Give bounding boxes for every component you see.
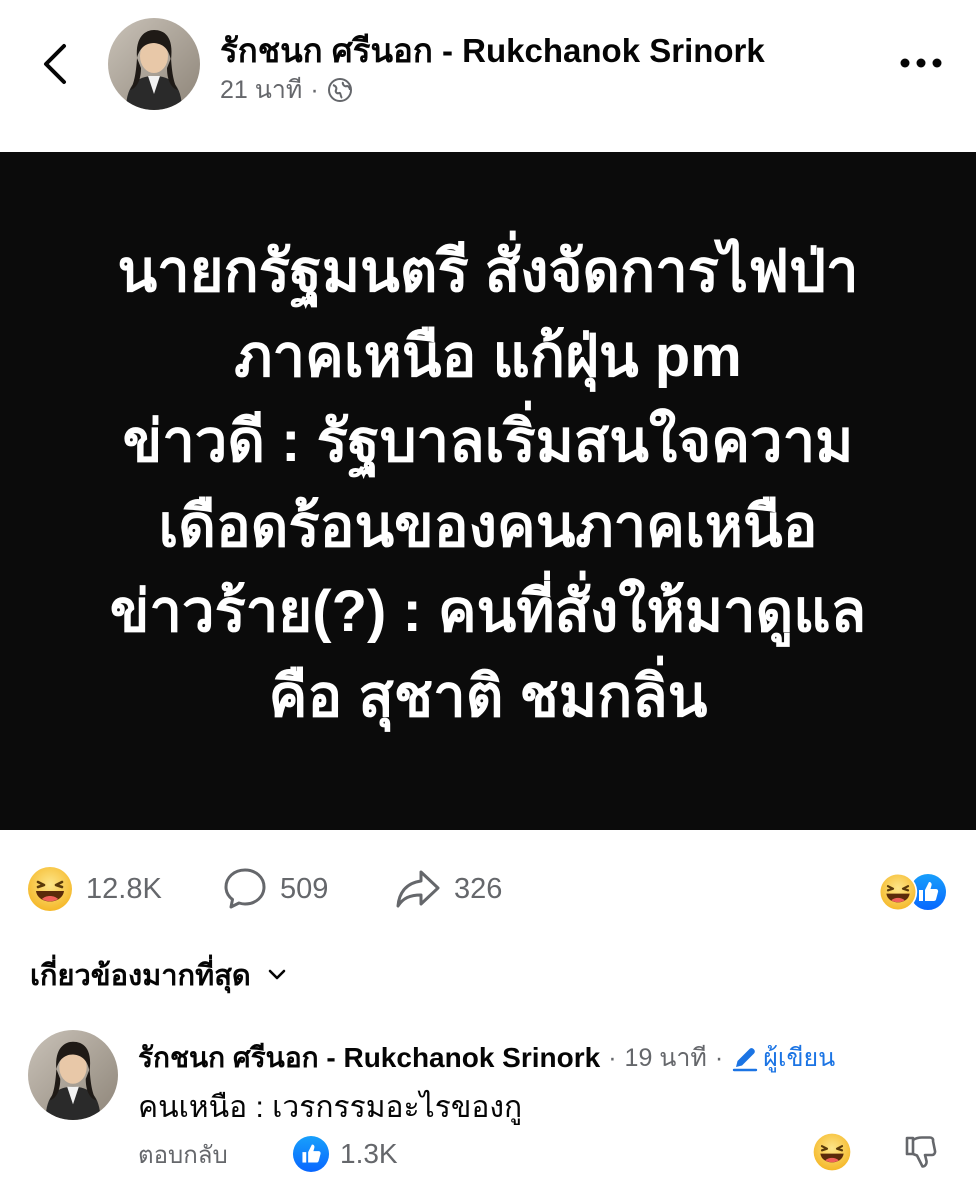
chevron-down-icon xyxy=(268,969,286,980)
comment-sort-dropdown[interactable]: เกี่ยวข้องมากที่สุด xyxy=(30,952,287,998)
comment-separator: · xyxy=(608,1043,617,1072)
haha-reaction-icon xyxy=(878,872,918,912)
comment-like-value: 1.3K xyxy=(340,1138,398,1169)
sort-label: เกี่ยวข้องมากที่สุด xyxy=(30,960,251,992)
globe-icon xyxy=(327,78,352,102)
thumbs-down-icon xyxy=(905,1136,937,1168)
image-text-line: ภาคเหนือ แก้ฝุ่น pm xyxy=(234,324,742,389)
comment-react-button[interactable] xyxy=(812,1132,852,1177)
react-button[interactable]: 12.8K xyxy=(26,858,162,920)
image-text-line: ข่าวร้าย(?) : คนที่สั่งให้มาดูแล xyxy=(109,579,867,644)
image-text-line: ข่าวดี : รัฐบาลเริ่มสนใจความ xyxy=(122,409,854,474)
reply-button[interactable]: ตอบกลับ xyxy=(138,1135,228,1174)
haha-icon xyxy=(28,867,72,911)
share-button[interactable]: 326 xyxy=(394,858,502,920)
comment-button[interactable]: 509 xyxy=(222,858,328,920)
pencil-icon xyxy=(733,1048,758,1072)
share-arrow-icon xyxy=(396,870,440,908)
reaction-summary[interactable] xyxy=(878,872,948,912)
post-meta: 21 นาที · xyxy=(220,70,353,110)
image-text-line: เดือดร้อนของคนภาคเหนือ xyxy=(158,494,818,559)
comment-actions: ตอบกลับ xyxy=(138,1132,228,1176)
chevron-left-icon xyxy=(44,44,66,84)
more-options-button[interactable] xyxy=(896,46,946,80)
comment-count: 509 xyxy=(280,872,329,905)
post-image-text: นายกรัฐมนตรี สั่งจัดการไฟป่า ภาคเหนือ แก… xyxy=(38,229,938,739)
comment-text: คนเหนือ : เวรกรรมอะไรของกู xyxy=(138,1091,523,1124)
comment-header: รักชนก ศรีนอก - Rukchanok Srinork · 19 น… xyxy=(138,1036,835,1080)
back-button[interactable] xyxy=(30,36,80,92)
comment-author-name[interactable]: รักชนก ศรีนอก - Rukchanok Srinork xyxy=(138,1036,600,1080)
author-badge-label: ผู้เขียน xyxy=(763,1044,836,1072)
comment-author-avatar[interactable] xyxy=(28,1030,118,1120)
share-count: 326 xyxy=(454,872,503,905)
comment-bubble-icon xyxy=(224,868,266,909)
meta-separator: · xyxy=(310,75,319,104)
post-time[interactable]: 21 นาที xyxy=(220,70,302,110)
image-text-line: คือ สุชาติ ชมกลิ่น xyxy=(268,664,708,729)
post-image[interactable]: นายกรัฐมนตรี สั่งจัดการไฟป่า ภาคเหนือ แก… xyxy=(0,152,976,830)
post-stats: 12.8K 509 326 xyxy=(0,858,976,920)
reaction-count: 12.8K xyxy=(86,872,162,905)
comment-time: 19 นาที xyxy=(624,1044,707,1072)
author-badge: ผู้เขียน xyxy=(731,1038,835,1078)
like-reaction-icon xyxy=(292,1135,330,1173)
haha-icon xyxy=(813,1133,851,1171)
image-text-line: นายกรัฐมนตรี สั่งจัดการไฟป่า xyxy=(117,239,859,304)
comment-dislike-button[interactable] xyxy=(904,1134,938,1175)
author-avatar[interactable] xyxy=(108,18,200,110)
comment-separator: · xyxy=(714,1043,724,1072)
post-header: รักชนก ศรีนอก - Rukchanok Srinork 21 นาท… xyxy=(0,0,976,150)
more-dots-icon xyxy=(900,58,942,68)
comment-like-count[interactable]: 1.3K xyxy=(292,1132,398,1176)
